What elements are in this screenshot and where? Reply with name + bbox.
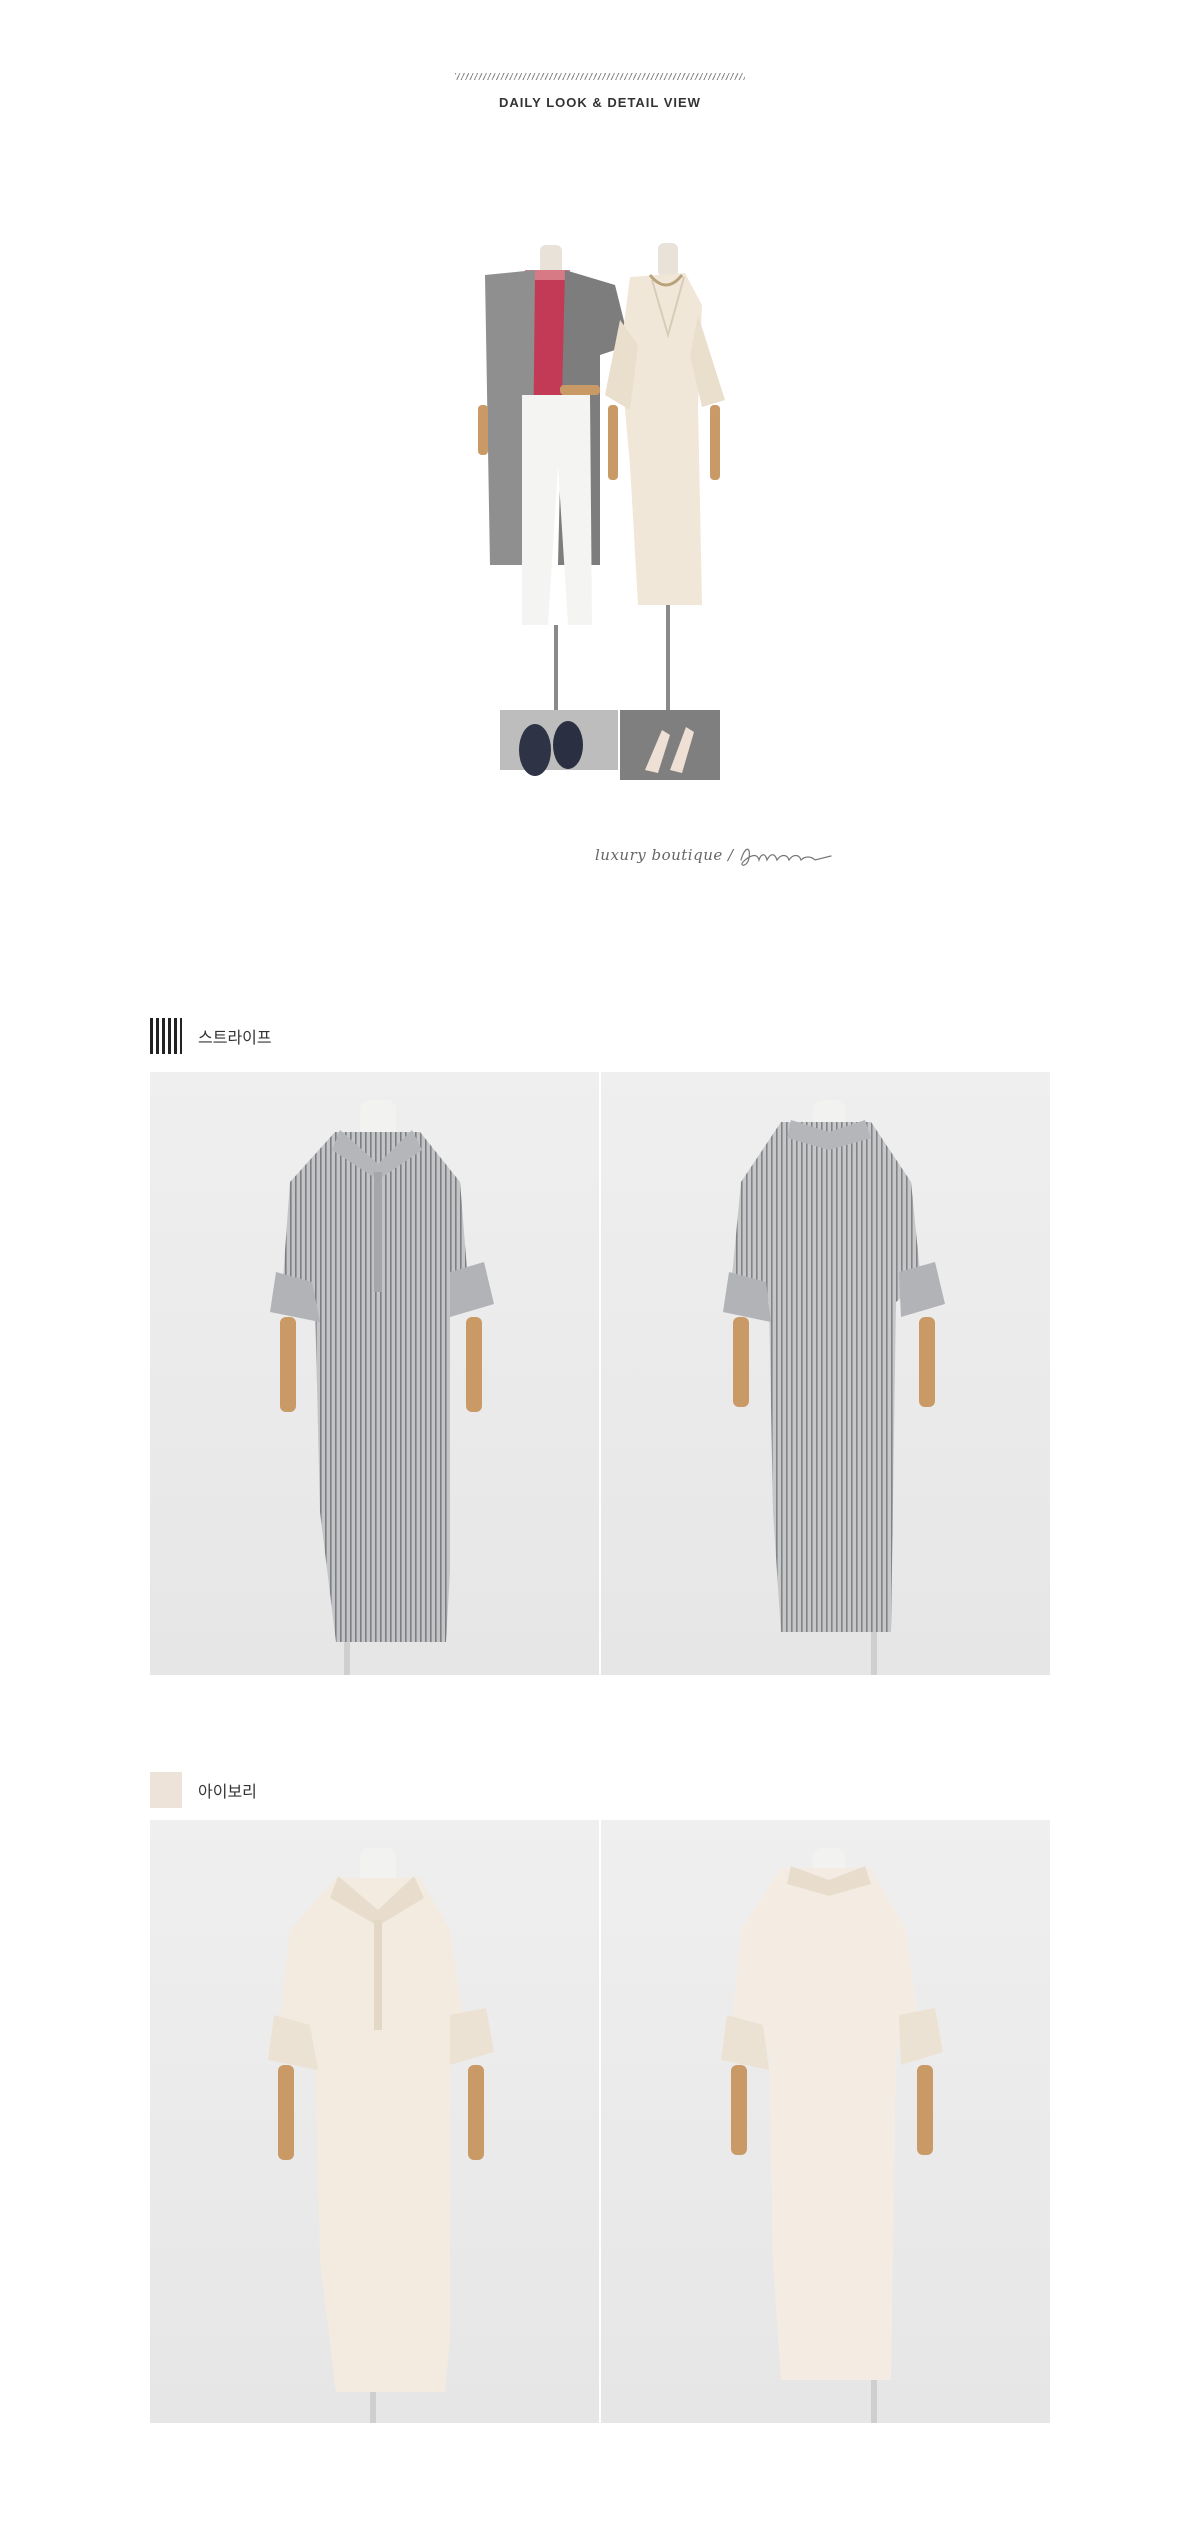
ivory-photo-row (150, 1820, 1050, 2423)
color-name-stripe: 스트라이프 (198, 1028, 272, 1047)
section-heading: DAILY LOOK & DETAIL VIEW (499, 95, 701, 110)
stripe-photo-row (150, 1072, 1050, 1675)
ivory-swatch (150, 1772, 182, 1808)
color-label-ivory: 아이보리 (150, 1772, 257, 1808)
color-label-stripe: 스트라이프 (150, 1018, 272, 1054)
stripe-front-photo (150, 1072, 599, 1675)
stripe-back-photo (601, 1072, 1050, 1675)
header-hatch-divider (455, 73, 745, 80)
color-name-ivory: 아이보리 (198, 1782, 257, 1801)
signature-logo (740, 848, 832, 866)
brand-tagline: luxury boutique / (595, 846, 835, 876)
stripe-swatch (150, 1018, 182, 1054)
daily-look-photo (440, 225, 760, 800)
ivory-back-photo (601, 1820, 1050, 2423)
tagline-text: luxury boutique / (595, 846, 734, 864)
ivory-front-photo (150, 1820, 599, 2423)
